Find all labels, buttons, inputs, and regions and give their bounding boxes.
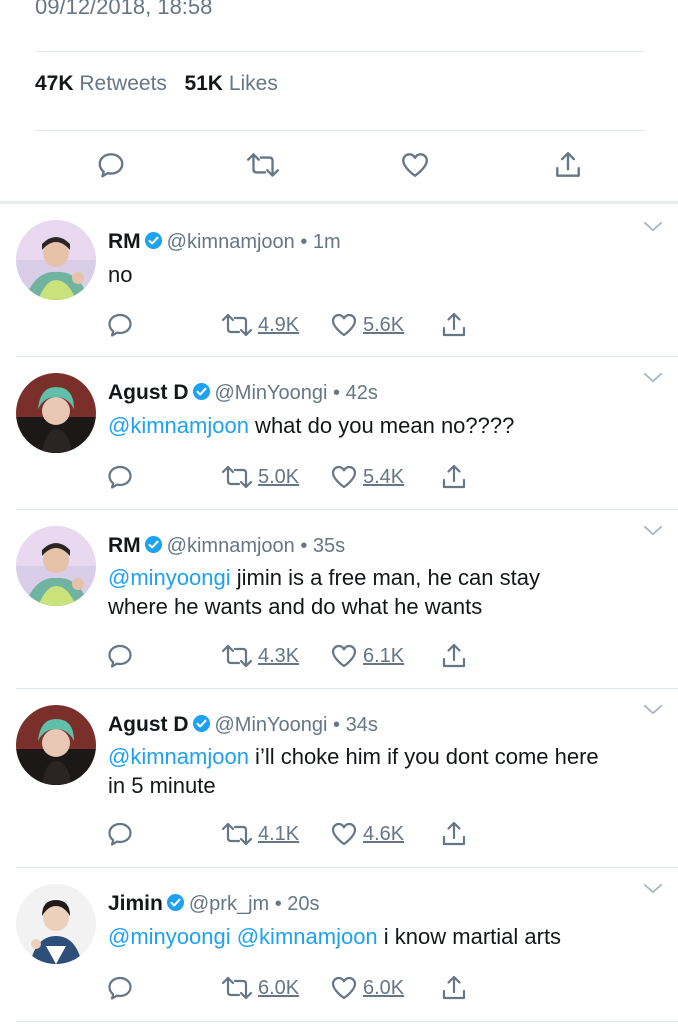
avatar[interactable] xyxy=(16,526,96,606)
tweet-header: Agust D @MinYoongi • 34s xyxy=(108,713,378,737)
tweet-text: @minyoongi jimin is a free man, he can s… xyxy=(108,565,540,619)
tweet-actions: 5.0K 5.4K xyxy=(0,463,678,493)
reply-icon[interactable] xyxy=(106,974,134,1002)
mention[interactable]: @kimnamjoon xyxy=(108,744,249,769)
mention[interactable]: @minyoongi @kimnamjoon xyxy=(108,924,378,949)
tweet-time: • 1m xyxy=(300,231,341,253)
tweet-header: Jimin @prk_jm • 20s xyxy=(108,892,320,916)
retweet-icon[interactable] xyxy=(245,150,281,180)
reply-tweet[interactable]: Agust D @MinYoongi • 34s @kimnamjoon i’ll… xyxy=(0,689,678,867)
avatar[interactable] xyxy=(16,220,96,300)
verified-icon xyxy=(166,893,185,912)
divider xyxy=(16,1021,678,1022)
tweet-actions: 4.1K 4.6K xyxy=(0,820,678,850)
display-name[interactable]: RM xyxy=(108,534,141,557)
divider xyxy=(35,130,645,131)
tweet-text: @kimnamjoon what do you mean no???? xyxy=(108,413,515,438)
share-icon[interactable] xyxy=(440,820,468,848)
mention[interactable]: @minyoongi xyxy=(108,565,231,590)
like-icon[interactable] xyxy=(330,974,358,1002)
retweet-icon[interactable] xyxy=(220,974,254,1002)
reply-tweet[interactable]: Agust D @MinYoongi • 42s @kimnamjoon what… xyxy=(0,357,678,509)
like-icon[interactable] xyxy=(330,463,358,491)
tweet-text: @minyoongi @kimnamjoon i know martial ar… xyxy=(108,924,562,949)
like-count[interactable]: 5.6K xyxy=(363,314,404,337)
tweet-time: • 42s xyxy=(333,382,378,404)
retweet-icon[interactable] xyxy=(220,311,254,339)
like-icon[interactable] xyxy=(400,150,430,180)
avatar[interactable] xyxy=(16,705,96,785)
retweet-count[interactable]: 4.9K xyxy=(258,314,299,337)
reply-icon[interactable] xyxy=(106,311,134,339)
tweet-header: RM @kimnamjoon • 1m xyxy=(108,230,341,254)
like-count[interactable]: 6.0K xyxy=(363,977,404,1000)
tweet-actions: 4.3K 6.1K xyxy=(0,642,678,672)
verified-icon xyxy=(192,382,211,401)
likes-stat[interactable]: 51K Likes xyxy=(184,72,277,95)
tweet-timestamp: 09/12/2018, 18:58 xyxy=(35,0,213,19)
share-icon[interactable] xyxy=(440,311,468,339)
like-icon[interactable] xyxy=(330,311,358,339)
username[interactable]: @prk_jm xyxy=(189,893,269,915)
display-name[interactable]: Jimin xyxy=(108,892,163,915)
tweet-header: Agust D @MinYoongi • 42s xyxy=(108,381,378,405)
share-icon[interactable] xyxy=(440,974,468,1002)
retweet-icon[interactable] xyxy=(220,642,254,670)
retweet-icon[interactable] xyxy=(220,463,254,491)
share-icon[interactable] xyxy=(553,150,583,180)
like-count[interactable]: 6.1K xyxy=(363,645,404,668)
chevron-down-icon[interactable] xyxy=(642,371,664,384)
verified-icon xyxy=(192,714,211,733)
verified-icon xyxy=(144,535,163,554)
username[interactable]: @kimnamjoon xyxy=(167,535,295,557)
like-icon[interactable] xyxy=(330,642,358,670)
retweet-count[interactable]: 4.1K xyxy=(258,823,299,846)
verified-icon xyxy=(144,231,163,250)
like-icon[interactable] xyxy=(330,820,358,848)
retweet-count[interactable]: 6.0K xyxy=(258,977,299,1000)
retweets-stat[interactable]: 47K Retweets xyxy=(35,72,167,95)
reply-icon[interactable] xyxy=(106,463,134,491)
chevron-down-icon[interactable] xyxy=(642,882,664,895)
display-name[interactable]: Agust D xyxy=(108,381,189,404)
tweet-time: • 20s xyxy=(274,893,320,915)
retweet-count[interactable]: 5.0K xyxy=(258,466,299,489)
share-icon[interactable] xyxy=(440,463,468,491)
chevron-down-icon[interactable] xyxy=(642,220,664,233)
share-icon[interactable] xyxy=(440,642,468,670)
tweet-actions: 4.9K 5.6K xyxy=(0,311,678,341)
tweet-text: no xyxy=(108,262,133,287)
avatar[interactable] xyxy=(16,373,96,453)
main-tweet-actions xyxy=(0,150,678,184)
like-count[interactable]: 4.6K xyxy=(363,823,404,846)
retweet-icon[interactable] xyxy=(220,820,254,848)
chevron-down-icon[interactable] xyxy=(642,703,664,716)
avatar[interactable] xyxy=(16,884,96,964)
reply-tweet[interactable]: RM @kimnamjoon • 1m no 4.9K 5.6K xyxy=(0,204,678,356)
display-name[interactable]: RM xyxy=(108,230,141,253)
tweet-header: RM @kimnamjoon • 35s xyxy=(108,534,345,558)
retweet-count[interactable]: 4.3K xyxy=(258,645,299,668)
reply-tweet[interactable]: Jimin @prk_jm • 20s @minyoongi @kimnamjoo… xyxy=(0,868,678,1020)
tweet-text: @kimnamjoon i’ll choke him if you dont c… xyxy=(108,744,599,798)
tweet-time: • 35s xyxy=(300,535,346,557)
username[interactable]: @MinYoongi xyxy=(215,714,328,736)
username[interactable]: @MinYoongi xyxy=(215,382,328,404)
username[interactable]: @kimnamjoon xyxy=(167,231,295,253)
divider xyxy=(35,51,645,52)
mention[interactable]: @kimnamjoon xyxy=(108,413,249,438)
like-count[interactable]: 5.4K xyxy=(363,466,404,489)
reply-icon[interactable] xyxy=(106,642,134,670)
chevron-down-icon[interactable] xyxy=(642,524,664,537)
tweet-stats: 47K Retweets 51K Likes xyxy=(35,72,278,96)
display-name[interactable]: Agust D xyxy=(108,713,189,736)
reply-icon[interactable] xyxy=(106,820,134,848)
tweet-time: • 34s xyxy=(333,714,378,736)
tweet-actions: 6.0K 6.0K xyxy=(0,974,678,1004)
reply-tweet[interactable]: RM @kimnamjoon • 35s @minyoongi jimin is … xyxy=(0,510,678,688)
reply-icon[interactable] xyxy=(96,150,126,180)
